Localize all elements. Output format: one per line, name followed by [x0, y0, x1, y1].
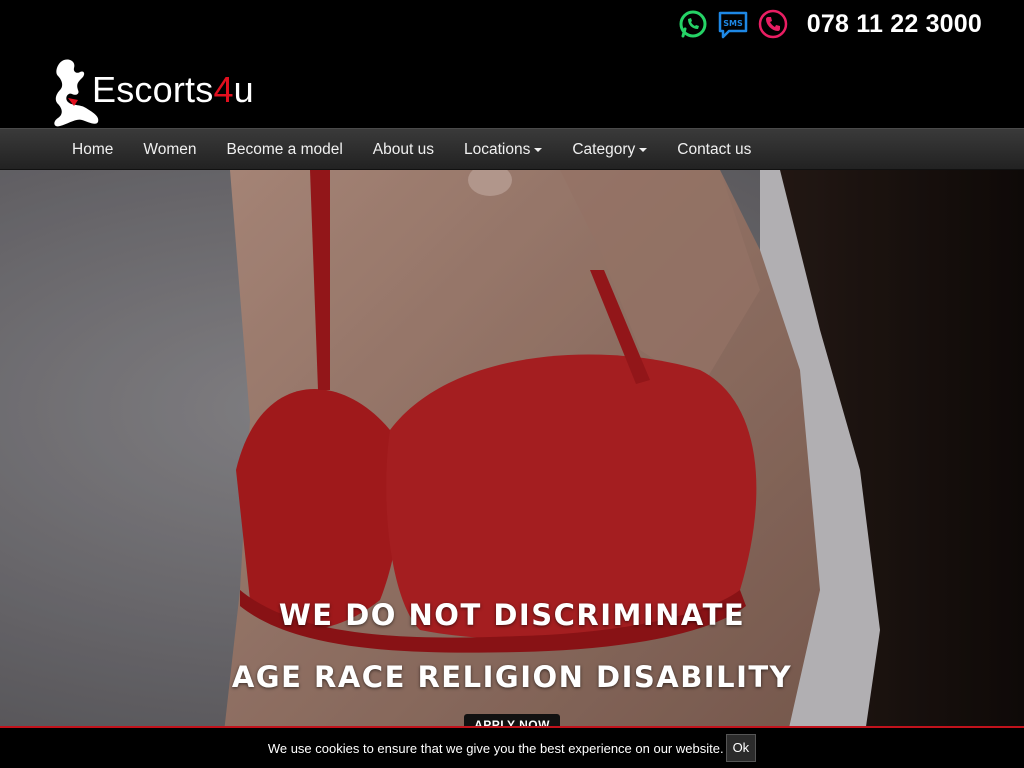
sms-icon[interactable]: SMS: [717, 8, 749, 40]
nav-item-contact-us[interactable]: Contact us: [662, 129, 766, 171]
site-header: Escorts4u SMS 078 11 22 3000: [0, 0, 1024, 128]
contact-bar: SMS 078 11 22 3000: [677, 6, 982, 42]
nav-list: Home Women Become a model About us Locat…: [57, 129, 766, 171]
nav-item-about-us[interactable]: About us: [358, 129, 449, 171]
phone-number[interactable]: 078 11 22 3000: [807, 10, 982, 39]
cookie-message: We use cookies to ensure that we give yo…: [267, 740, 724, 756]
nav-item-become-a-model[interactable]: Become a model: [211, 129, 357, 171]
main-nav: Home Women Become a model About us Locat…: [0, 128, 1024, 170]
nav-item-locations[interactable]: Locations: [449, 129, 557, 171]
nav-item-women[interactable]: Women: [128, 129, 211, 171]
hero-subheading: AGE RACE RELIGION DISABILITY: [231, 660, 793, 694]
hero-banner: WE DO NOT DISCRIMINATE AGE RACE RELIGION…: [0, 170, 1024, 768]
caret-down-icon: [639, 147, 648, 152]
logo-wordmark: Escorts4u: [92, 69, 254, 110]
cookie-ok-button[interactable]: Ok: [725, 734, 757, 762]
svg-text:SMS: SMS: [723, 19, 743, 28]
nav-item-category[interactable]: Category: [557, 129, 662, 171]
phone-call-icon[interactable]: [757, 8, 789, 40]
hero-heading: WE DO NOT DISCRIMINATE: [278, 598, 746, 632]
caret-down-icon: [534, 147, 543, 152]
cookie-banner: We use cookies to ensure that we give yo…: [0, 726, 1024, 768]
site-logo[interactable]: Escorts4u: [50, 56, 265, 128]
nav-item-home[interactable]: Home: [57, 129, 128, 171]
whatsapp-icon[interactable]: [677, 8, 709, 40]
